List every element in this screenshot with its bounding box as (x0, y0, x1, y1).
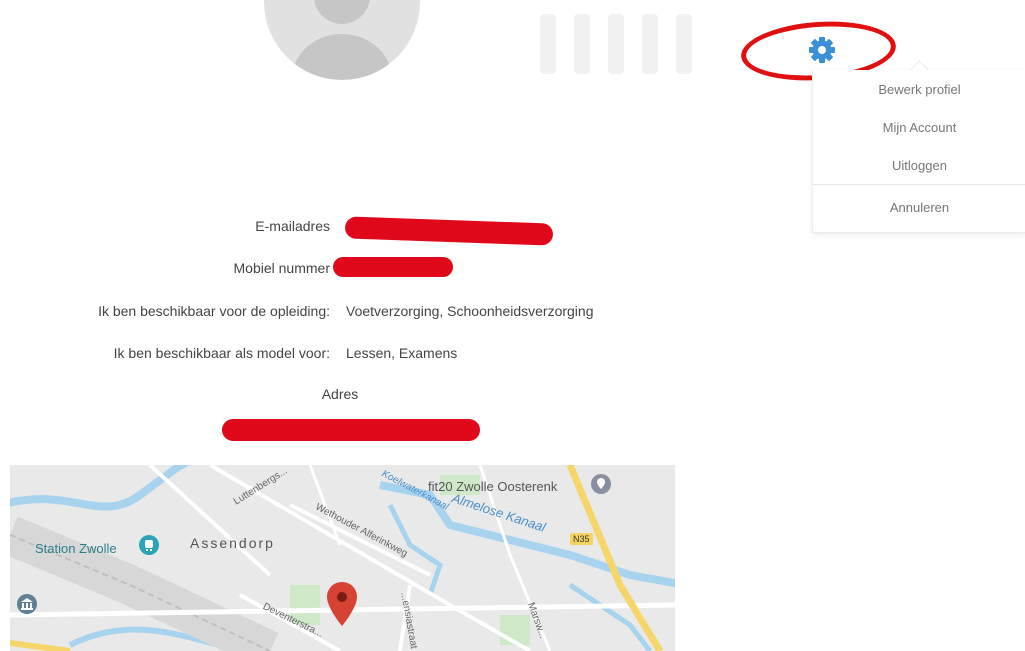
training-label: Ik ben beschikbaar voor de opleiding: (98, 303, 330, 319)
museum-icon[interactable] (16, 593, 38, 615)
location-map[interactable]: fit20 Zwolle Oosterenk Station Zwolle As… (10, 465, 675, 651)
map-label-assendorp: Assendorp (190, 535, 275, 551)
location-pin-icon[interactable] (327, 582, 357, 626)
mobile-label: Mobiel nummer (233, 260, 330, 276)
address-heading: Adres (321, 386, 359, 402)
model-label: Ik ben beschikbaar als model voor: (113, 345, 330, 361)
profile-avatar (264, 0, 420, 80)
faded-background-decoration (540, 14, 710, 84)
email-label: E-mailadres (255, 218, 330, 234)
menu-item-cancel[interactable]: Annuleren (813, 200, 1025, 215)
mobile-redaction (333, 257, 453, 277)
menu-item-logout[interactable]: Uitloggen (813, 158, 1025, 173)
place-marker-icon[interactable] (590, 473, 612, 495)
menu-item-my-account[interactable]: Mijn Account (813, 120, 1025, 135)
menu-caret (910, 60, 929, 79)
settings-gear-icon[interactable] (808, 36, 836, 64)
menu-divider (813, 184, 1025, 185)
email-redaction (344, 216, 554, 246)
avatar-body-icon (292, 34, 392, 80)
menu-item-edit-profile[interactable]: Bewerk profiel (813, 82, 1025, 97)
model-value: Lessen, Examens (346, 345, 458, 361)
training-value: Voetverzorging, Schoonheidsverzorging (346, 303, 594, 319)
map-label-n35: N35 (570, 533, 593, 545)
map-label-station: Station Zwolle (35, 541, 117, 556)
address-redaction (222, 419, 480, 441)
settings-dropdown-menu: Bewerk profiel Mijn Account Uitloggen An… (812, 60, 1025, 233)
map-label-fit20: fit20 Zwolle Oosterenk (428, 479, 558, 494)
train-station-icon[interactable] (138, 534, 160, 556)
avatar-head-icon (314, 0, 370, 24)
